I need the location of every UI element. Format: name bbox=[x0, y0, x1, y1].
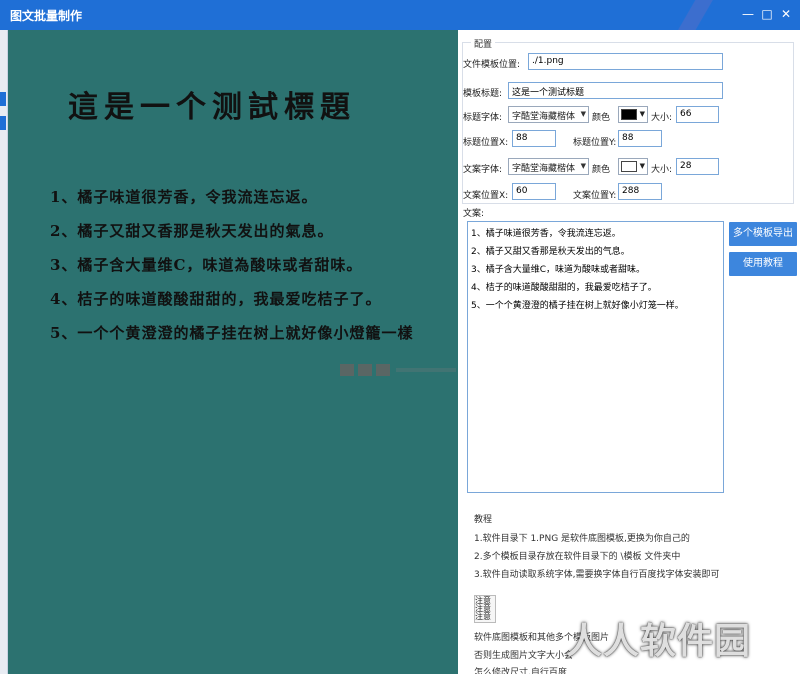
chevron-down-icon: ▼ bbox=[639, 110, 645, 118]
image-preview: 這是一个测試標題 1、橘子味道很芳香，令我流连忘返。 2、橘子又甜又香那是秋天发… bbox=[8, 30, 458, 674]
template-path-input[interactable]: ./1.png bbox=[528, 53, 723, 70]
tutorial-button[interactable]: 使用教程 bbox=[729, 252, 797, 276]
preview-line: 1、橘子味道很芳香，令我流连忘返。 bbox=[50, 188, 318, 206]
chevron-down-icon: ▼ bbox=[639, 162, 645, 170]
body-font-label: 文案字体: bbox=[463, 165, 503, 175]
preview-line: 5、一个个黄澄澄的橘子挂在树上就好像小燈籠一樣 bbox=[50, 324, 414, 342]
preview-line: 3、橘子含大量维C，味道為酸味或者甜味。 bbox=[50, 256, 363, 274]
body-color-picker[interactable]: ▼ bbox=[618, 158, 648, 175]
content-line: 3、橘子含大量维C，味道为酸味或者甜味。 bbox=[471, 265, 646, 275]
preview-title: 這是一个测試標題 bbox=[68, 90, 356, 125]
title-x-label: 标题位置X: bbox=[463, 138, 509, 148]
left-edge-strip bbox=[0, 30, 8, 674]
body-x-input[interactable]: 60 bbox=[512, 183, 556, 200]
content-textarea[interactable]: 1、橘子味道很芳香，令我流连忘返。 2、橘子又甜又香那是秋天发出的气息。 3、橘… bbox=[467, 221, 724, 493]
notes-line: 怎么修改尺寸,自行百度 bbox=[474, 668, 567, 674]
config-group: 配置 文件模板位置: ./1.png 模板标题: 这是一个测试标题 标题字体: … bbox=[462, 37, 794, 204]
template-title-input[interactable]: 这是一个测试标题 bbox=[508, 82, 723, 99]
preview-line: 2、橘子又甜又香那是秋天发出的氣息。 bbox=[50, 222, 334, 240]
tutorial-line: 3.软件自动读取系统字体,需要换字体自行百度找字体安装即可 bbox=[474, 570, 720, 580]
site-watermark: 人人软件园 bbox=[566, 621, 752, 662]
content-line: 2、橘子又甜又香那是秋天发出的气息。 bbox=[471, 247, 630, 257]
chevron-down-icon: ▼ bbox=[580, 162, 586, 170]
tutorial-heading: 教程 bbox=[474, 515, 493, 525]
maximize-icon[interactable]: □ bbox=[759, 6, 775, 22]
edge-marker bbox=[0, 92, 6, 106]
minimize-icon[interactable]: — bbox=[740, 6, 756, 22]
body-color-swatch bbox=[621, 161, 637, 172]
body-x-label: 文案位置X: bbox=[463, 191, 509, 201]
window-title: 图文批量制作 bbox=[10, 9, 83, 23]
title-font-value: 字酷堂海藏楷体 bbox=[512, 112, 576, 122]
tutorial-line: 2.多个模板目录存放在软件目录下的 \模板 文件夹中 bbox=[474, 552, 681, 562]
title-x-input[interactable]: 88 bbox=[512, 130, 556, 147]
title-y-input[interactable]: 88 bbox=[618, 130, 662, 147]
body-font-select[interactable]: 字酷堂海藏楷体 ▼ bbox=[508, 158, 589, 175]
content-label: 文案: bbox=[463, 209, 485, 219]
title-font-select[interactable]: 字酷堂海藏楷体 ▼ bbox=[508, 106, 589, 123]
edge-marker bbox=[0, 116, 6, 130]
title-color-label: 颜色 bbox=[592, 113, 611, 123]
title-size-input[interactable]: 66 bbox=[676, 106, 719, 123]
multi-template-export-button[interactable]: 多个模板导出 bbox=[729, 222, 797, 246]
preview-line: 4、桔子的味道酸酸甜甜的，我最爱吃桔子了。 bbox=[50, 290, 382, 308]
notes-label: 注意 bbox=[475, 612, 491, 621]
body-size-input[interactable]: 28 bbox=[676, 158, 719, 175]
notes-box: 注意 注意 注意 bbox=[474, 595, 496, 623]
body-color-label: 颜色 bbox=[592, 165, 611, 175]
title-color-swatch bbox=[621, 109, 637, 120]
chevron-down-icon: ▼ bbox=[580, 110, 586, 118]
body-font-value: 字酷堂海藏楷体 bbox=[512, 164, 576, 174]
content-line: 1、橘子味道很芳香，令我流连忘返。 bbox=[471, 229, 621, 239]
body-size-label: 大小: bbox=[651, 165, 673, 175]
tutorial-line: 1.软件目录下 1.PNG 是软件底图模板,更换为你自己的 bbox=[474, 534, 690, 544]
close-icon[interactable]: ✕ bbox=[778, 6, 794, 22]
title-size-label: 大小: bbox=[651, 113, 673, 123]
title-y-label: 标题位置Y: bbox=[573, 138, 617, 148]
notes-line: 否则生成图片文字大小会 bbox=[474, 651, 574, 661]
template-path-label: 文件模板位置: bbox=[463, 60, 521, 70]
title-bar-decoration bbox=[660, 0, 730, 30]
title-font-label: 标题字体: bbox=[463, 113, 503, 123]
content-line: 5、一个个黄澄澄的橘子挂在树上就好像小灯笼一样。 bbox=[471, 301, 684, 311]
body-y-input[interactable]: 288 bbox=[618, 183, 662, 200]
body-y-label: 文案位置Y: bbox=[573, 191, 617, 201]
title-color-picker[interactable]: ▼ bbox=[618, 106, 648, 123]
control-panel: 配置 文件模板位置: ./1.png 模板标题: 这是一个测试标题 标题字体: … bbox=[458, 30, 800, 674]
config-legend: 配置 bbox=[471, 37, 496, 50]
preview-watermark-logo bbox=[340, 364, 456, 376]
title-bar: 图文批量制作 — □ ✕ bbox=[0, 0, 800, 30]
template-title-label: 模板标题: bbox=[463, 89, 503, 99]
content-line: 4、桔子的味道酸酸甜甜的，我最爱吃桔子了。 bbox=[471, 283, 657, 293]
